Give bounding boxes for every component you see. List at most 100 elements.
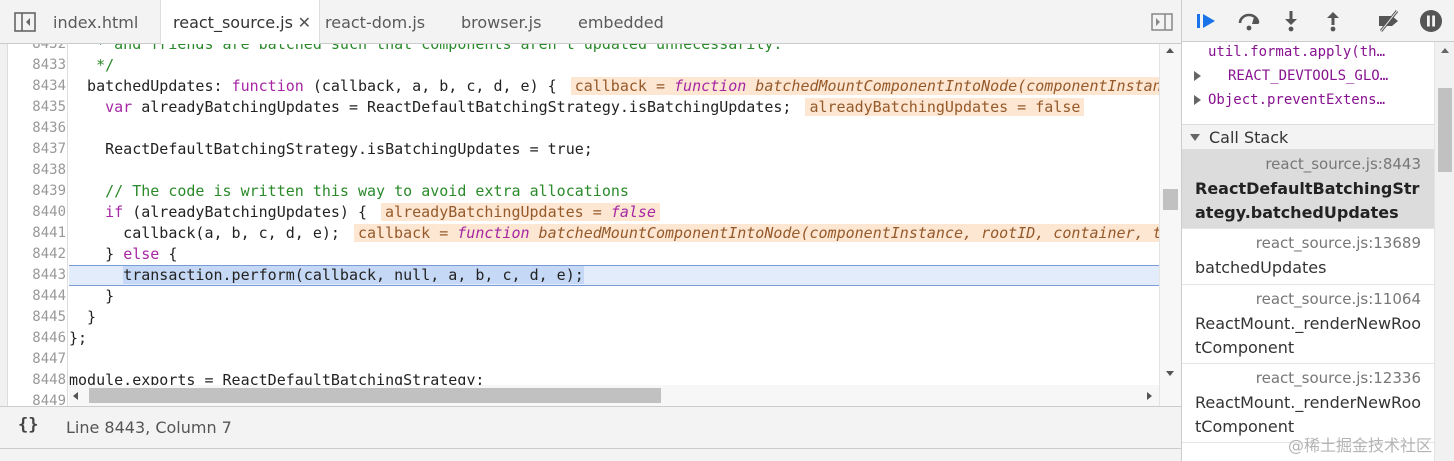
keyword: else: [123, 245, 160, 263]
scroll-left-arrow-icon[interactable]: [73, 392, 78, 400]
code-lines[interactable]: * and friends are batched such that comp…: [69, 44, 1159, 406]
debugger-sections: util.format.apply(th… REACT_DEVTOOLS_GLO…: [1182, 42, 1434, 461]
frame-function: ReactMount._renderNewRootComponent: [1195, 314, 1422, 357]
inline-value-keyword: function: [457, 224, 530, 242]
scroll-up-arrow-icon[interactable]: [1441, 48, 1449, 53]
line-number[interactable]: 8441: [8, 223, 66, 244]
code-line[interactable]: }: [69, 307, 1159, 328]
line-number[interactable]: 8433: [8, 55, 66, 76]
scope-item[interactable]: REACT_DEVTOOLS_GLO…: [1182, 64, 1434, 88]
scope-item-label: REACT_DEVTOOLS_GLO…: [1228, 68, 1389, 84]
line-number[interactable]: 8445: [8, 307, 66, 328]
navigator-toggle-icon[interactable]: [14, 12, 36, 32]
doc-comment: */: [69, 56, 115, 74]
inline-value-text: callback =: [574, 77, 675, 95]
close-icon[interactable]: ✕: [298, 0, 311, 46]
scope-item[interactable]: util.format.apply(th…: [1182, 42, 1434, 64]
resume-icon[interactable]: [1194, 8, 1220, 34]
code-text: }: [69, 245, 124, 263]
collapse-arrow-icon[interactable]: [1190, 134, 1200, 141]
code-text: ReactDefaultBatchingStrategy.isBatchingU…: [69, 140, 593, 158]
code-line[interactable]: ReactDefaultBatchingStrategy.isBatchingU…: [69, 139, 1159, 160]
line-number[interactable]: 8437: [8, 139, 66, 160]
code-text: alreadyBatchingUpdates = ReactDefaultBat…: [132, 98, 792, 116]
code-line[interactable]: // The code is written this way to avoid…: [69, 181, 1159, 202]
scrollbar-thumb[interactable]: [1438, 88, 1452, 172]
step-into-icon[interactable]: [1278, 8, 1304, 34]
expand-arrow-icon[interactable]: [1194, 95, 1201, 105]
code-line[interactable]: callback(a, b, c, d, e); callback = funct…: [69, 223, 1159, 244]
pretty-print-button[interactable]: {}: [18, 415, 38, 435]
frame-location: react_source.js:11064: [1255, 290, 1421, 308]
scroll-down-arrow-icon[interactable]: [1166, 371, 1174, 376]
line-number[interactable]: 8438: [8, 160, 66, 181]
deactivate-breakpoints-icon[interactable]: [1376, 8, 1402, 34]
scope-item-label: util.format.apply(th…: [1208, 44, 1386, 60]
call-frame-selected[interactable]: react_source.js:8443 ReactDefaultBatchin…: [1182, 150, 1434, 229]
scope-item[interactable]: Object.preventExtens…: [1182, 88, 1434, 112]
tab-index-html[interactable]: index.html: [53, 0, 138, 44]
code-text: batchedUpdates:: [69, 77, 232, 95]
current-execution-line[interactable]: transaction.perform(callback, null, a, b…: [69, 265, 1159, 286]
code-area[interactable]: 8432 8433 8434 8435 8436 8437 8438 8439 …: [0, 44, 1181, 406]
inline-value[interactable]: alreadyBatchingUpdates = false: [381, 203, 660, 221]
code-line[interactable]: } else {: [69, 244, 1159, 265]
line-number-current[interactable]: 8443: [8, 265, 66, 286]
code-line[interactable]: var alreadyBatchingUpdates = ReactDefaul…: [69, 97, 1159, 118]
call-frame[interactable]: react_source.js:13689 batchedUpdates: [1182, 229, 1434, 285]
tab-react-dom-js[interactable]: react-dom.js: [325, 0, 425, 44]
code-line-empty[interactable]: [69, 118, 1159, 139]
line-number[interactable]: 8436: [8, 118, 66, 139]
line-number[interactable]: 8444: [8, 286, 66, 307]
line-number[interactable]: 8432: [8, 44, 66, 55]
line-number[interactable]: 8439: [8, 181, 66, 202]
frame-location: react_source.js:13689: [1255, 234, 1421, 252]
line-number[interactable]: 8448: [8, 370, 66, 391]
inline-value[interactable]: callback = function batchedMountComponen…: [570, 77, 1159, 95]
scrollbar-thumb[interactable]: [89, 388, 661, 403]
code-line-empty[interactable]: [69, 349, 1159, 370]
scroll-right-arrow-icon[interactable]: [1147, 392, 1152, 400]
code-text: (callback, a, b, c, d, e) {: [303, 77, 557, 95]
step-out-icon[interactable]: [1320, 8, 1346, 34]
debugger-sidebar: util.format.apply(th… REACT_DEVTOOLS_GLO…: [1181, 0, 1454, 461]
call-stack-title: Call Stack: [1209, 128, 1289, 147]
debugger-vertical-scrollbar[interactable]: [1434, 42, 1454, 461]
code-line[interactable]: * and friends are batched such that comp…: [69, 44, 1159, 55]
code-line[interactable]: */: [69, 55, 1159, 76]
line-number[interactable]: 8446: [8, 328, 66, 349]
tab-embedded[interactable]: embedded: [578, 0, 664, 44]
code-line[interactable]: if (alreadyBatchingUpdates) {alreadyBatc…: [69, 202, 1159, 223]
inline-value-text: callback =: [357, 224, 458, 242]
line-number[interactable]: 8434: [8, 76, 66, 97]
line-number-gutter[interactable]: 8432 8433 8434 8435 8436 8437 8438 8439 …: [8, 44, 68, 406]
code-line-empty[interactable]: [69, 160, 1159, 181]
expand-arrow-icon[interactable]: [1194, 71, 1201, 81]
scrollbar-thumb[interactable]: [1163, 189, 1178, 210]
debugger-toggle-icon[interactable]: [1151, 13, 1173, 31]
frame-function: batchedUpdates: [1195, 258, 1327, 277]
code-line[interactable]: };: [69, 328, 1159, 349]
line-number[interactable]: 8442: [8, 244, 66, 265]
editor-vertical-scrollbar[interactable]: [1159, 44, 1181, 406]
tab-react-source-js[interactable]: react_source.js ✕: [160, 0, 320, 45]
call-stack-header[interactable]: Call Stack: [1182, 124, 1434, 150]
pause-on-exceptions-icon[interactable]: [1418, 8, 1444, 34]
tab-browser-js[interactable]: browser.js: [461, 0, 541, 44]
editor-statusbar: {} Line 8443, Column 7: [0, 406, 1181, 448]
code-line[interactable]: }: [69, 286, 1159, 307]
editor-horizontal-scrollbar[interactable]: [69, 385, 1159, 406]
line-number[interactable]: 8440: [8, 202, 66, 223]
tab-label: react_source.js: [173, 13, 293, 32]
code-text: }: [69, 287, 115, 305]
code-line[interactable]: batchedUpdates: function (callback, a, b…: [69, 76, 1159, 97]
call-frame[interactable]: react_source.js:11064 ReactMount._render…: [1182, 285, 1434, 364]
line-number[interactable]: 8449: [8, 391, 66, 406]
line-number[interactable]: 8447: [8, 349, 66, 370]
step-over-icon[interactable]: [1236, 8, 1262, 34]
line-number[interactable]: 8435: [8, 97, 66, 118]
inline-value[interactable]: alreadyBatchingUpdates = false: [805, 98, 1085, 116]
inline-value[interactable]: callback = function batchedMountComponen…: [353, 224, 1159, 242]
scroll-up-arrow-icon[interactable]: [1166, 48, 1174, 53]
